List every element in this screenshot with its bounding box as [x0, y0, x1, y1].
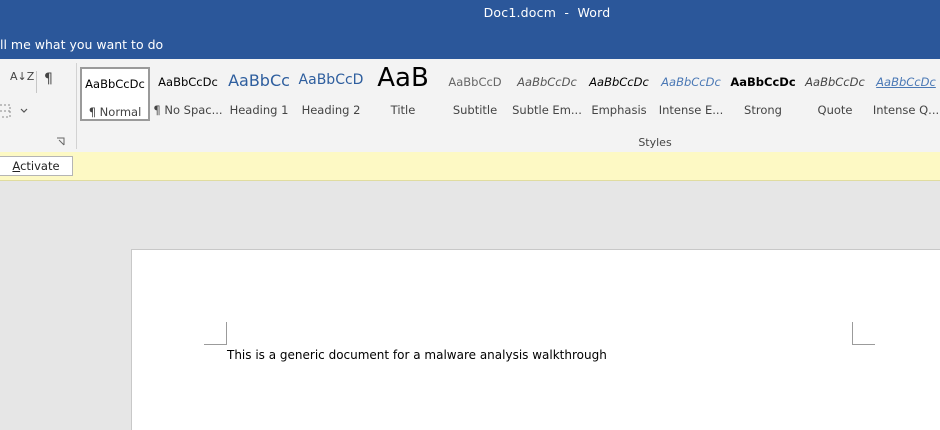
pilcrow-icon: ¶ [44, 71, 53, 87]
borders-icon [0, 104, 28, 118]
style-normal[interactable]: AaBbCcDc ¶ Normal [80, 67, 150, 121]
style-heading-2[interactable]: AaBbCcD Heading 2 [296, 67, 366, 121]
style-strong[interactable]: AaBbCcDc Strong [728, 67, 798, 121]
style-no-spacing[interactable]: AaBbCcDc ¶ No Spac... [153, 67, 223, 121]
style-preview: AaBbCcDc [805, 75, 865, 89]
style-subtle-emphasis[interactable]: AaBbCcDc Subtle Em... [512, 67, 582, 121]
ribbon: A↓Z ¶ AaBbCcDc ¶ Normal AaBbCcDc ¶ No Sp… [0, 59, 940, 153]
style-name: ¶ Normal [88, 105, 142, 119]
tell-me-search[interactable]: ll me what you want to do [0, 37, 163, 52]
paragraph-dialog-launcher-icon[interactable] [56, 137, 65, 149]
document-page[interactable]: This is a generic document for a malware… [131, 249, 940, 430]
style-heading-1[interactable]: AaBbCc Heading 1 [224, 67, 294, 121]
style-name: Heading 2 [301, 103, 361, 117]
margin-corner-top-left [204, 322, 227, 345]
style-title[interactable]: AaB Title [368, 63, 438, 121]
style-preview: AaBbCc [228, 71, 290, 90]
style-intense-emphasis[interactable]: AaBbCcDc Intense E... [656, 67, 726, 121]
style-name: Heading 1 [229, 103, 289, 117]
style-preview: AaBbCcDc [661, 75, 721, 89]
message-bar: Activate [0, 152, 940, 181]
show-formatting-button[interactable]: ¶ [44, 71, 53, 87]
sort-button[interactable]: A↓Z [10, 71, 34, 82]
group-separator [76, 63, 77, 149]
style-preview: AaB [377, 63, 429, 93]
style-preview: AaBbCcDc [876, 75, 936, 89]
style-name: Quote [817, 103, 853, 117]
style-name: Emphasis [591, 103, 647, 117]
style-name: Subtitle [452, 103, 498, 117]
sort-icon: A↓Z [10, 70, 35, 83]
activate-button[interactable]: Activate [0, 156, 73, 176]
style-preview: AaBbCcD [448, 75, 502, 89]
paragraph-tools: A↓Z ¶ [0, 59, 76, 152]
style-name: Title [390, 103, 416, 117]
title-bar: Doc1.docm - Word [0, 0, 940, 30]
margin-corner-top-right [852, 322, 875, 345]
style-preview: AaBbCcDc [158, 75, 218, 89]
style-preview: AaBbCcDc [85, 77, 145, 91]
style-subtitle[interactable]: AaBbCcD Subtitle [440, 67, 510, 121]
document-canvas: This is a generic document for a malware… [0, 181, 940, 430]
style-quote[interactable]: AaBbCcDc Quote [800, 67, 870, 121]
style-preview: AaBbCcD [298, 72, 364, 88]
tell-me-bar: ll me what you want to do [0, 30, 940, 59]
style-intense-quote[interactable]: AaBbCcDc Intense Q... [872, 67, 940, 121]
document-body-text[interactable]: This is a generic document for a malware… [227, 348, 607, 362]
styles-group-label: Styles [638, 136, 672, 149]
styles-gallery: AaBbCcDc ¶ Normal AaBbCcDc ¶ No Spac... … [80, 63, 940, 123]
style-preview: AaBbCcDc [730, 75, 796, 89]
window-title: Doc1.docm - Word [483, 5, 611, 20]
style-name: Intense E... [658, 103, 724, 117]
style-preview: AaBbCcDc [589, 75, 649, 89]
style-name: Subtle Em... [512, 103, 582, 117]
toolbar-separator [36, 71, 37, 93]
borders-button[interactable] [0, 103, 30, 123]
style-name: Strong [744, 103, 782, 117]
style-name: ¶ No Spac... [153, 103, 223, 117]
style-emphasis[interactable]: AaBbCcDc Emphasis [584, 67, 654, 121]
style-preview: AaBbCcDc [517, 75, 577, 89]
style-name: Intense Q... [872, 103, 940, 117]
